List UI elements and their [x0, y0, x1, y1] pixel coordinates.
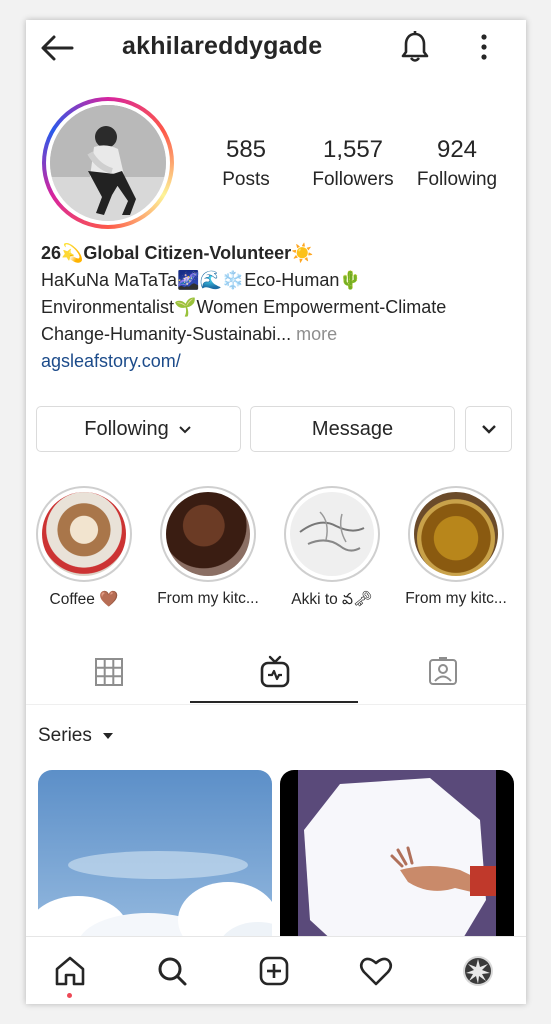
highlight-item[interactable]: Akki to వ🗝 — [276, 486, 388, 612]
tab-tagged[interactable] — [360, 640, 526, 704]
nav-home[interactable] — [50, 951, 90, 991]
highlight-label: Coffee 🤎 — [49, 591, 119, 608]
following-button-label: Following — [84, 417, 169, 440]
followers-label: Followers — [312, 169, 394, 190]
highlight-ring — [284, 486, 380, 582]
notification-dot — [67, 993, 72, 998]
bio-line-2: HaKuNa MaTaTa🌌🌊❄️Eco-Human🌵 — [41, 270, 362, 290]
highlight-label: Akki to వ🗝 — [291, 591, 373, 608]
sketch-thumbnail — [290, 492, 374, 576]
grid-icon — [95, 658, 123, 686]
bottom-navigation — [26, 936, 526, 1004]
following-button[interactable]: Following — [36, 406, 241, 452]
chevron-down-icon — [481, 425, 496, 434]
nav-activity[interactable] — [356, 951, 396, 991]
add-post-icon — [259, 956, 289, 986]
active-tab-indicator — [190, 701, 358, 703]
highlight-item[interactable]: From my kitc... — [400, 486, 512, 608]
highlight-item[interactable]: From my kitc... — [152, 486, 264, 608]
highlight-label: From my kitc... — [157, 590, 259, 607]
profile-tabs — [26, 640, 526, 705]
avatar — [50, 105, 166, 221]
highlight-ring — [36, 486, 132, 582]
chevron-down-icon — [179, 426, 191, 434]
message-button[interactable]: Message — [250, 406, 455, 452]
profile-bio: 26💫Global Citizen-Volunteer☀️ HaKuNa MaT… — [41, 240, 521, 375]
kebab-menu-icon[interactable] — [475, 32, 493, 62]
suggestions-button[interactable] — [465, 406, 512, 452]
top-bar: akhilareddygade — [26, 20, 526, 74]
posts-stat[interactable]: 585 Posts — [196, 135, 296, 193]
posts-count: 585 — [225, 136, 267, 163]
home-icon — [55, 956, 85, 986]
search-icon — [158, 957, 187, 986]
bell-icon[interactable] — [399, 30, 431, 64]
avatar-story-ring[interactable] — [42, 97, 174, 229]
bio-line-3: Environmentalist🌱Women Empowerment-Clima… — [41, 297, 447, 317]
tab-igtv[interactable] — [192, 640, 358, 704]
highlight-label: From my kitc... — [405, 590, 507, 607]
bio-line-4-wrap: Change-Humanity-Sustainabi... more — [41, 321, 521, 348]
arrow-left-icon[interactable] — [40, 34, 74, 62]
heart-icon — [359, 957, 393, 986]
bio-more-link[interactable]: more — [291, 324, 337, 344]
tagged-icon — [429, 657, 457, 685]
bio-website-link[interactable]: agsleafstory.com/ — [41, 348, 521, 375]
chocolate-cake-thumbnail — [166, 492, 250, 576]
series-dropdown[interactable]: Series — [38, 725, 115, 747]
highlight-ring — [408, 486, 504, 582]
profile-screen: akhilareddygade 585 Posts 1,557 Follower… — [26, 20, 526, 1004]
nav-profile[interactable] — [458, 951, 498, 991]
highlight-ring — [160, 486, 256, 582]
sprouts-thumbnail — [414, 492, 498, 576]
nav-add-post[interactable] — [254, 951, 294, 991]
nav-search[interactable] — [152, 951, 192, 991]
following-count: 924 — [436, 136, 478, 163]
tab-grid[interactable] — [26, 640, 192, 704]
profile-avatar — [463, 956, 493, 986]
caret-down-icon — [103, 733, 114, 739]
followers-count: 1,557 — [322, 136, 384, 163]
bio-line-4: Change-Humanity-Sustainabi... — [41, 324, 292, 344]
following-label: Following — [416, 169, 498, 190]
followers-stat[interactable]: 1,557 Followers — [303, 135, 403, 193]
bio-line-1: 26💫Global Citizen-Volunteer☀️ — [41, 243, 314, 263]
igtv-icon — [260, 655, 290, 688]
posts-label: Posts — [222, 169, 270, 190]
series-label: Series — [38, 725, 92, 746]
message-button-label: Message — [311, 417, 394, 440]
profile-username: akhilareddygade — [122, 32, 323, 60]
coffee-thumbnail — [42, 492, 126, 576]
following-stat[interactable]: 924 Following — [407, 135, 507, 193]
highlight-item[interactable]: Coffee 🤎 — [28, 486, 140, 609]
